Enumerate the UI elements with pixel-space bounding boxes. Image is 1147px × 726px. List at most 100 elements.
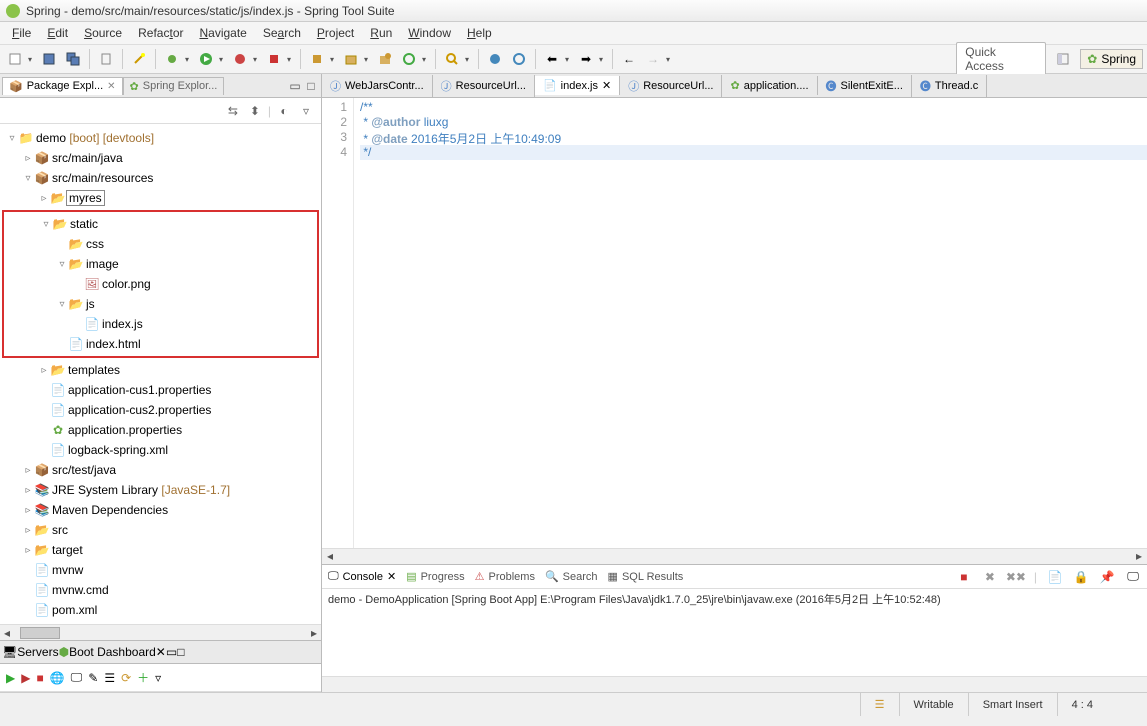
editor-area[interactable]: 1234 /** * @author liuxg * @date 2016年5月… xyxy=(322,98,1147,548)
tab-sql[interactable]: ▦SQL Results xyxy=(608,570,684,583)
new-type-button[interactable] xyxy=(398,48,420,70)
quick-access[interactable]: Quick Access xyxy=(956,42,1046,76)
menu-navigate[interactable]: Navigate xyxy=(191,24,254,42)
scroll-lock-button[interactable]: 🔒 xyxy=(1073,569,1089,585)
clear-button[interactable]: 📄 xyxy=(1047,569,1063,585)
leaf-icon: ✿ xyxy=(130,80,139,93)
ext-tools-button[interactable] xyxy=(306,48,328,70)
bookmark-button[interactable] xyxy=(95,48,117,70)
close-icon[interactable]: ✕ xyxy=(387,570,396,583)
minimize-button[interactable]: ▭ xyxy=(287,78,303,94)
stop-button[interactable] xyxy=(263,48,285,70)
java-icon: Ⓙ xyxy=(441,78,452,94)
tab-resourceurl-1[interactable]: ⒿResourceUrl... xyxy=(433,75,535,97)
maximize-button[interactable]: □ xyxy=(177,645,184,659)
tab-boot-dashboard[interactable]: ⬢Boot Dashboard✕ xyxy=(59,645,166,659)
forward-button[interactable]: → xyxy=(642,48,664,70)
menu-run[interactable]: Run xyxy=(362,24,400,42)
console-icon[interactable]: 🖵 xyxy=(71,670,83,685)
link-editor-button[interactable]: ⬍ xyxy=(246,102,264,120)
menu-project[interactable]: Project xyxy=(309,24,362,42)
collapse-all-button[interactable]: ⇆ xyxy=(224,102,242,120)
tab-servers[interactable]: 🖥Servers xyxy=(2,645,59,659)
minimize-button[interactable]: ▭ xyxy=(166,645,177,659)
tab-spring-explorer[interactable]: ✿ Spring Explor... xyxy=(123,77,225,95)
debug-button[interactable] xyxy=(161,48,183,70)
package-explorer-tree[interactable]: ▿📁demo [boot] [devtools] ▹📦src/main/java… xyxy=(0,124,321,624)
edit-icon[interactable]: ✎ xyxy=(88,671,98,685)
leaf-icon: ✿ xyxy=(730,79,739,92)
new-package-button[interactable] xyxy=(340,48,362,70)
new-class-button[interactable] xyxy=(374,48,396,70)
package-icon: 📦 xyxy=(9,80,23,93)
tab-application[interactable]: ✿application.... xyxy=(722,76,817,95)
perspective-spring[interactable]: ✿Spring xyxy=(1080,49,1143,69)
console-output[interactable]: demo - DemoApplication [Spring Boot App]… xyxy=(322,589,1147,635)
menu-help[interactable]: Help xyxy=(459,24,500,42)
status-position: 4 : 4 xyxy=(1057,693,1107,716)
task-button[interactable] xyxy=(484,48,506,70)
class-icon: 🅒 xyxy=(826,78,837,94)
start-icon[interactable]: ▶ xyxy=(6,671,15,685)
display-button[interactable]: 🖵 xyxy=(1125,569,1141,585)
tab-silentexit[interactable]: 🅒SilentExitE... xyxy=(818,75,912,97)
server-icon: 🖥 xyxy=(2,645,17,659)
menu-refactor[interactable]: Refactor xyxy=(130,24,191,42)
editor-hscroll[interactable]: ◂▸ xyxy=(322,548,1147,564)
java-icon: Ⓙ xyxy=(628,78,639,94)
run-button[interactable] xyxy=(195,48,217,70)
main-toolbar: ▾ ▾ ▾ ▾ ▾ ▾ ▾ ▾ ▾ ⬅▾ ➡▾ ← →▾ Quick Acces… xyxy=(0,44,1147,74)
save-button[interactable] xyxy=(38,48,60,70)
js-icon: 📄 xyxy=(543,79,557,92)
close-icon[interactable]: ✕ xyxy=(107,81,115,92)
close-icon[interactable]: ✕ xyxy=(156,645,166,659)
open-perspective-button[interactable] xyxy=(1052,48,1074,70)
add-icon[interactable]: ＋ xyxy=(137,669,149,686)
tab-console[interactable]: 🖵Console ✕ xyxy=(328,570,396,583)
terminate-button[interactable]: ■ xyxy=(956,569,972,585)
tab-search[interactable]: 🔍Search xyxy=(545,570,598,583)
view-menu-button[interactable]: ▿ xyxy=(297,102,315,120)
new-button[interactable] xyxy=(4,48,26,70)
remove-button[interactable]: ✖ xyxy=(982,569,998,585)
remove-all-button[interactable]: ✖✖ xyxy=(1008,569,1024,585)
code-content[interactable]: /** * @author liuxg * @date 2016年5月2日 上午… xyxy=(354,98,1147,548)
bottom-left-tabs: 🖥Servers ⬢Boot Dashboard✕ ▭ □ xyxy=(0,640,321,664)
tab-progress[interactable]: ▤Progress xyxy=(406,570,464,583)
status-icon: ☰ xyxy=(860,693,899,716)
menu-source[interactable]: Source xyxy=(76,24,130,42)
statusbar: ☰ Writable Smart Insert 4 : 4 xyxy=(0,692,1147,716)
pin-button[interactable]: 📌 xyxy=(1099,569,1115,585)
back-button[interactable]: ← xyxy=(618,48,640,70)
maximize-button[interactable]: □ xyxy=(303,78,319,94)
console-icon: 🖵 xyxy=(328,570,339,583)
left-view-tabs: 📦 Package Expl... ✕ ✿ Spring Explor... ▭… xyxy=(0,74,321,98)
menu-edit[interactable]: Edit xyxy=(39,24,76,42)
coverage-button[interactable] xyxy=(229,48,251,70)
debug-icon[interactable]: ▶ xyxy=(21,671,30,685)
tab-webjarscontr[interactable]: ⒿWebJarsContr... xyxy=(322,75,433,97)
menu-search[interactable]: Search xyxy=(255,24,309,42)
tab-index-js[interactable]: 📄index.js ✕ xyxy=(535,76,620,95)
save-all-button[interactable] xyxy=(62,48,84,70)
back-nav-button[interactable]: ⬅ xyxy=(541,48,563,70)
task2-button[interactable] xyxy=(508,48,530,70)
tree-hscroll[interactable]: ◂▸ xyxy=(0,624,321,640)
tab-problems[interactable]: ⚠Problems xyxy=(475,570,535,583)
menu-window[interactable]: Window xyxy=(400,24,459,42)
console-hscroll[interactable] xyxy=(322,676,1147,692)
tab-resourceurl-2[interactable]: ⒿResourceUrl... xyxy=(620,75,722,97)
close-icon[interactable]: ✕ xyxy=(602,79,611,92)
globe-icon[interactable]: 🌐 xyxy=(50,671,65,685)
filter-icon[interactable]: ☰ xyxy=(104,671,115,685)
focus-button[interactable]: ◐ xyxy=(275,102,293,120)
stop-icon[interactable]: ■ xyxy=(36,671,43,685)
menu-file[interactable]: File xyxy=(4,24,39,42)
search-button[interactable] xyxy=(441,48,463,70)
fwd-nav-button[interactable]: ➡ xyxy=(575,48,597,70)
menu-icon[interactable]: ▿ xyxy=(155,671,161,685)
wand-button[interactable] xyxy=(128,48,150,70)
tab-package-explorer[interactable]: 📦 Package Expl... ✕ xyxy=(2,77,123,95)
refresh-icon[interactable]: ⟳ xyxy=(121,671,131,685)
tab-thread[interactable]: 🅒Thread.c xyxy=(912,75,987,97)
